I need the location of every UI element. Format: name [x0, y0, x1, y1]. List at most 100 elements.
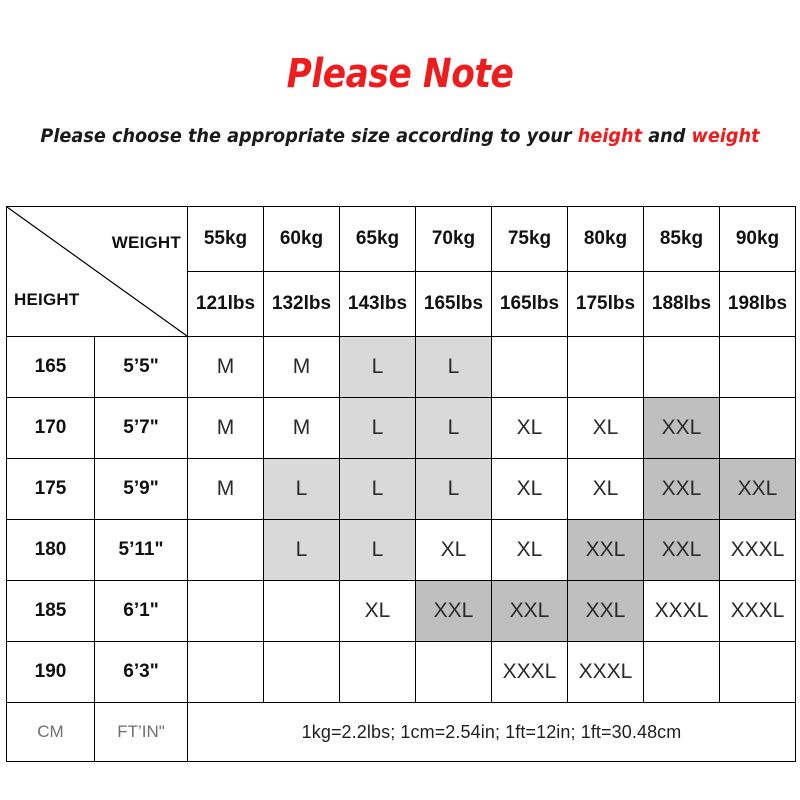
size-cell: [491, 336, 568, 398]
size-cell: M: [263, 336, 340, 398]
table-row: 190 6’3" XXXL XXXL: [6, 641, 796, 703]
weight-axis-label: WEIGHT: [111, 233, 181, 252]
size-cell: L: [339, 336, 416, 398]
size-cell: L: [339, 458, 416, 520]
page-subtitle: Please choose the appropriate size accor…: [28, 96, 772, 148]
size-cell: [719, 641, 796, 703]
size-cell: L: [263, 519, 340, 581]
weight-header-kg: 55kg: [187, 206, 264, 272]
unit-cm-cell: CM: [6, 702, 95, 762]
size-chart-table-wrapper: WEIGHT HEIGHT 55kg 60kg 65kg 70kg 75kg 80kg 85…: [6, 206, 796, 762]
size-cell: L: [415, 336, 492, 398]
size-cell: [187, 580, 264, 642]
weight-header-kg: 60kg: [263, 206, 340, 272]
size-cell: XXL: [491, 580, 568, 642]
table-row: 180 5’11" L L XL XL XXL XXL XXXL: [6, 519, 796, 581]
size-cell: XXXL: [491, 641, 568, 703]
height-cm-cell: 175: [6, 458, 95, 520]
weight-header-lbs: 121lbs: [187, 271, 264, 337]
height-ftin-cell: 5’9": [94, 458, 188, 520]
height-cm-cell: 190: [6, 641, 95, 703]
size-cell: [263, 580, 340, 642]
header-row-kg: WEIGHT HEIGHT 55kg 60kg 65kg 70kg 75kg 80kg 85…: [6, 206, 796, 337]
size-cell: XXL: [415, 580, 492, 642]
size-cell: XL: [339, 580, 416, 642]
table-row: 170 5’7" M M L L XL XL XXL: [6, 397, 796, 459]
size-cell: [643, 336, 720, 398]
size-cell: M: [187, 458, 264, 520]
weight-header-lbs: 165lbs: [415, 271, 492, 337]
weight-header-lbs: 198lbs: [719, 271, 796, 337]
size-cell: XL: [491, 397, 568, 459]
size-cell: [719, 397, 796, 459]
size-cell: XXL: [643, 397, 720, 459]
subtitle-lead-text: Please choose the appropriate size accor…: [40, 125, 578, 147]
size-cell: XXXL: [719, 519, 796, 581]
subtitle-weight-word: weight: [691, 125, 760, 147]
height-cm-cell: 165: [6, 336, 95, 398]
table-row: 175 5’9" M L L L XL XL XXL XXL: [6, 458, 796, 520]
size-cell: [415, 641, 492, 703]
size-cell: XL: [491, 519, 568, 581]
size-cell: XXL: [643, 519, 720, 581]
height-ftin-cell: 5’5": [94, 336, 188, 398]
heading-block: Please Note Please choose the appropriat…: [0, 0, 800, 148]
size-cell: XXL: [719, 458, 796, 520]
size-cell: L: [339, 519, 416, 581]
diagonal-divider-icon: [7, 207, 187, 336]
size-cell: [187, 519, 264, 581]
subtitle-and-word: and: [642, 125, 692, 147]
size-cell: XXL: [567, 519, 644, 581]
size-cell: XXXL: [567, 641, 644, 703]
size-cell: L: [263, 458, 340, 520]
conversion-row: CM FT’IN" 1kg=2.2lbs; 1cm=2.54in; 1ft=12in…: [6, 702, 796, 762]
weight-header-kg: 65kg: [339, 206, 416, 272]
size-cell: XL: [567, 397, 644, 459]
size-cell: L: [339, 397, 416, 459]
weight-header-kg: 80kg: [567, 206, 644, 272]
height-ftin-cell: 6’3": [94, 641, 188, 703]
size-cell: XXXL: [719, 580, 796, 642]
size-cell: XL: [567, 458, 644, 520]
weight-header-lbs: 143lbs: [339, 271, 416, 337]
size-cell: [339, 641, 416, 703]
weight-header-kg: 75kg: [491, 206, 568, 272]
size-cell: M: [187, 336, 264, 398]
height-ftin-cell: 5’11": [94, 519, 188, 581]
size-cell: [643, 641, 720, 703]
corner-header-cell: WEIGHT HEIGHT: [6, 206, 188, 337]
weight-header-lbs: 188lbs: [643, 271, 720, 337]
height-cm-cell: 180: [6, 519, 95, 581]
size-cell: L: [415, 458, 492, 520]
size-cell: M: [263, 397, 340, 459]
height-cm-cell: 170: [6, 397, 95, 459]
size-cell: XXL: [567, 580, 644, 642]
table-row: 185 6’1" XL XXL XXL XXL XXXL XXXL: [6, 580, 796, 642]
size-cell: [719, 336, 796, 398]
height-cm-cell: 185: [6, 580, 95, 642]
height-ftin-cell: 6’1": [94, 580, 188, 642]
size-chart-table: WEIGHT HEIGHT 55kg 60kg 65kg 70kg 75kg 80kg 85…: [6, 206, 796, 762]
conversion-note: 1kg=2.2lbs; 1cm=2.54in; 1ft=12in; 1ft=30…: [187, 702, 796, 762]
size-cell: [187, 641, 264, 703]
weight-header-lbs: 132lbs: [263, 271, 340, 337]
height-ftin-cell: 5’7": [94, 397, 188, 459]
size-cell: XL: [491, 458, 568, 520]
size-chart-page: Please Note Please choose the appropriat…: [0, 0, 800, 800]
size-cell: M: [187, 397, 264, 459]
subtitle-height-word: height: [577, 125, 643, 147]
weight-header-kg: 85kg: [643, 206, 720, 272]
size-cell: XXXL: [643, 580, 720, 642]
table-row: 165 5’5" M M L L: [6, 336, 796, 398]
size-cell: [263, 641, 340, 703]
size-cell: XXL: [643, 458, 720, 520]
weight-header-lbs: 165lbs: [491, 271, 568, 337]
weight-header-lbs: 175lbs: [567, 271, 644, 337]
weight-header-kg: 70kg: [415, 206, 492, 272]
size-cell: L: [415, 397, 492, 459]
size-cell: XL: [415, 519, 492, 581]
page-title: Please Note: [286, 51, 514, 97]
height-axis-label: HEIGHT: [14, 290, 80, 309]
size-cell: [567, 336, 644, 398]
unit-ftin-cell: FT’IN": [94, 702, 188, 762]
